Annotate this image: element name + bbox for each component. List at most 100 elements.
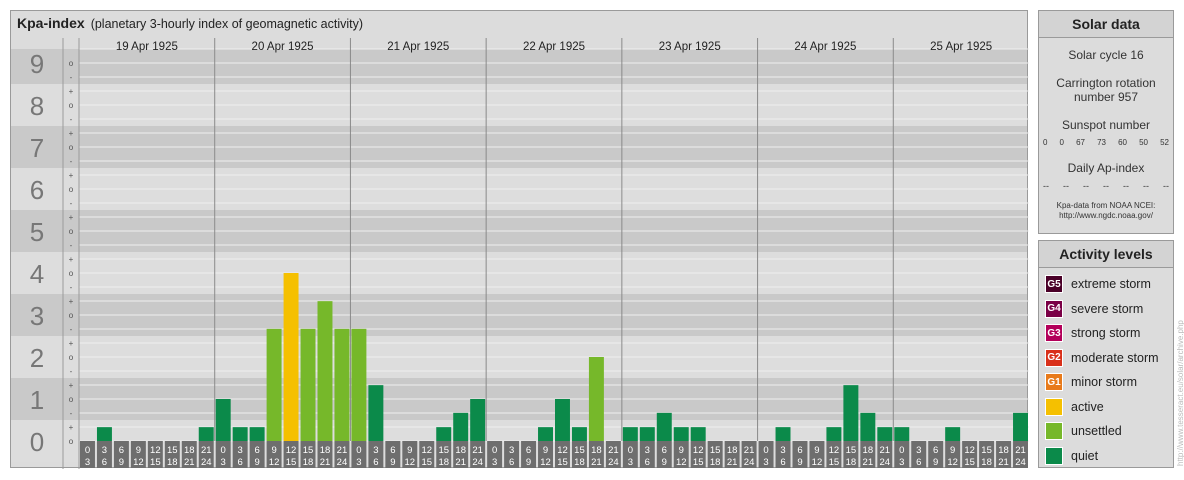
level-swatch: G2 (1045, 348, 1063, 367)
kp-bar (368, 385, 384, 441)
day-label: 19 Apr 1925 (116, 41, 178, 53)
kp-bar (826, 427, 842, 441)
interval-end-label: 6 (916, 457, 921, 468)
interval-end-label: 12 (676, 457, 687, 468)
kp-bar (249, 427, 265, 441)
interval-start-label: 18 (591, 445, 602, 456)
kp-bar (198, 427, 214, 441)
y-minor-tick-label: o (69, 311, 74, 320)
interval-end-label: 6 (645, 457, 650, 468)
activity-level-item: G2 moderate storm (1039, 346, 1173, 371)
chart-title: Kpa-index (planetary 3-hourly index of ge… (17, 15, 363, 31)
day-label: 25 Apr 1925 (930, 41, 992, 53)
interval-start-label: 21 (201, 445, 212, 456)
sunspot-values: 0 0 67 73 60 50 52 (1039, 138, 1173, 147)
interval-end-label: 24 (880, 457, 891, 468)
interval-start-label: 9 (136, 445, 141, 456)
interval-start-label: 9 (271, 445, 276, 456)
kp-bar (877, 427, 893, 441)
level-swatch (1045, 446, 1063, 465)
interval-start-label: 12 (693, 445, 704, 456)
interval-end-label: 3 (221, 457, 226, 468)
kp-bar (453, 412, 469, 441)
interval-end-label: 6 (238, 457, 243, 468)
kp-bar (215, 399, 231, 441)
interval-end-label: 15 (557, 457, 568, 468)
day-label: 24 Apr 1925 (794, 41, 856, 53)
level-swatch (1045, 397, 1063, 416)
y-minor-tick-label: + (69, 339, 74, 348)
interval-start-label: 3 (509, 445, 514, 456)
interval-start-label: 3 (645, 445, 650, 456)
interval-start-label: 21 (337, 445, 348, 456)
kp-bar (690, 427, 706, 441)
kp-bar (622, 427, 638, 441)
activity-levels-title: Activity levels (1039, 241, 1173, 268)
interval-end-label: 3 (628, 457, 633, 468)
interval-start-label: 9 (950, 445, 955, 456)
interval-end-label: 15 (286, 457, 297, 468)
activity-level-item: active (1039, 395, 1173, 420)
kp-bar (538, 427, 553, 441)
y-minor-tick-label: o (69, 59, 74, 68)
activity-level-item: quiet (1039, 444, 1173, 469)
interval-start-label: 6 (933, 445, 938, 456)
kp-bar (945, 427, 961, 441)
interval-start-label: 9 (814, 445, 819, 456)
interval-end-label: 6 (373, 457, 378, 468)
kp-bar (300, 328, 316, 441)
y-minor-tick-label: + (69, 381, 74, 390)
interval-start-label: 3 (238, 445, 243, 456)
y-minor-tick-label: - (70, 157, 73, 166)
sunspot-value: 73 (1097, 138, 1106, 147)
activity-level-item: G1 minor storm (1039, 370, 1173, 395)
interval-end-label: 3 (492, 457, 497, 468)
sunspot-title: Sunspot number (1061, 118, 1151, 132)
interval-start-label: 0 (763, 445, 768, 456)
activity-levels-panel: Activity levels G5 extreme storm G4 severe … (1038, 240, 1174, 468)
interval-start-label: 21 (1015, 445, 1026, 456)
y-minor-tick-label: o (69, 185, 74, 194)
interval-end-label: 9 (390, 457, 395, 468)
interval-start-label: 12 (829, 445, 840, 456)
interval-end-label: 6 (509, 457, 514, 468)
level-label: severe storm (1071, 301, 1144, 316)
interval-end-label: 15 (693, 457, 704, 468)
carrington-line1: Carrington rotation (1056, 76, 1156, 90)
interval-end-label: 24 (472, 457, 483, 468)
interval-start-label: 15 (846, 445, 857, 456)
y-minor-tick-label: - (70, 283, 73, 292)
ap-value: -- (1163, 181, 1169, 191)
interval-end-label: 9 (254, 457, 259, 468)
y-tick-label: 7 (30, 133, 44, 163)
credit-link[interactable]: http://www.tesseract.eu/solar/archive.ph… (1176, 320, 1184, 466)
level-label: moderate storm (1071, 350, 1159, 365)
y-minor-tick-label: o (69, 269, 74, 278)
carrington-line2: number 957 (1073, 90, 1139, 104)
level-swatch: G4 (1045, 299, 1063, 318)
day-label: 23 Apr 1925 (659, 41, 721, 53)
activity-level-item: G4 severe storm (1039, 297, 1173, 322)
interval-start-label: 15 (438, 445, 449, 456)
interval-end-label: 9 (797, 457, 802, 468)
sunspot-value: 52 (1160, 138, 1169, 147)
interval-start-label: 15 (303, 445, 314, 456)
activity-level-item: G3 strong storm (1039, 321, 1173, 346)
kp-bar (639, 427, 655, 441)
y-minor-tick-label: o (69, 395, 74, 404)
interval-end-label: 18 (303, 457, 314, 468)
sunspot-value: 67 (1076, 138, 1085, 147)
level-swatch: G3 (1045, 324, 1063, 343)
source-link[interactable]: http://www.ngdc.noaa.gov/ (1039, 211, 1173, 221)
y-minor-tick-label: - (70, 115, 73, 124)
interval-end-label: 24 (201, 457, 212, 468)
level-label: minor storm (1071, 375, 1137, 390)
ap-value: -- (1063, 181, 1069, 191)
interval-end-label: 15 (421, 457, 432, 468)
interval-start-label: 9 (679, 445, 684, 456)
y-tick-label: 5 (30, 217, 44, 247)
interval-start-label: 21 (744, 445, 755, 456)
interval-start-label: 6 (254, 445, 259, 456)
interval-end-label: 12 (812, 457, 823, 468)
interval-end-label: 21 (320, 457, 331, 468)
